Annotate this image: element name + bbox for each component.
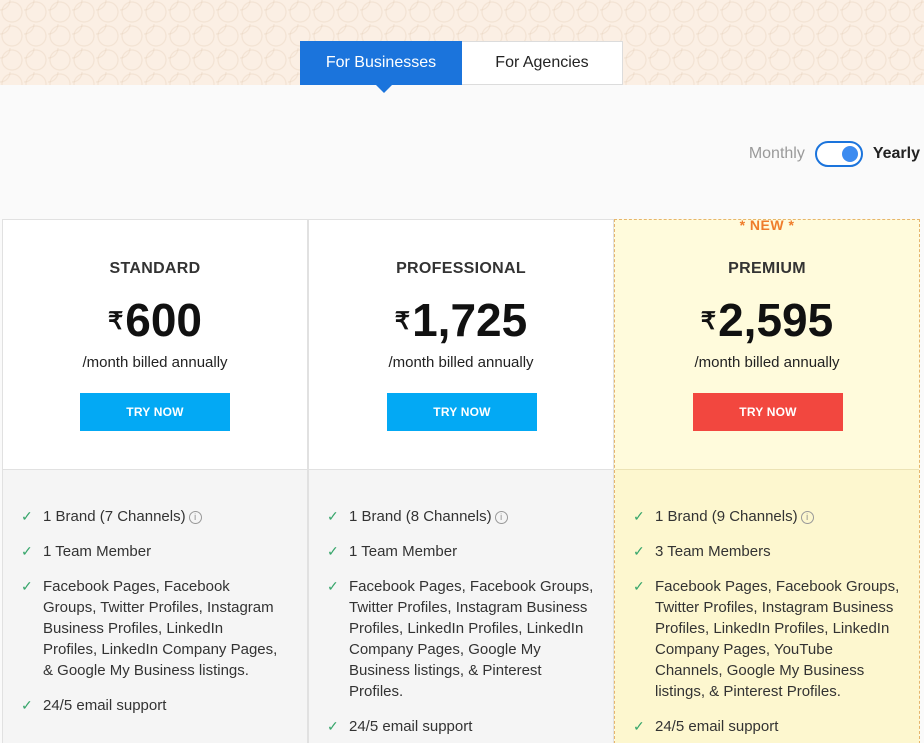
billing-toggle-group: Monthly Yearly (749, 141, 920, 167)
check-icon: ✓ (327, 508, 339, 524)
tab-for-agencies[interactable]: For Agencies (462, 41, 623, 85)
billing-note: /month billed annually (694, 354, 840, 371)
plan-card-professional: PROFESSIONAL ₹1,725 /month billed annual… (308, 219, 614, 743)
feature-text: 1 Brand (8 Channels) (349, 508, 492, 525)
price-amount: 1,725 (412, 294, 528, 346)
billing-note: /month billed annually (388, 354, 534, 371)
try-now-button[interactable]: TRY NOW (693, 393, 843, 431)
check-icon: ✓ (327, 718, 339, 734)
plan-price: ₹600 (3, 294, 307, 346)
check-icon: ✓ (633, 543, 645, 559)
toggle-knob (841, 146, 858, 162)
feature-text: 24/5 email support (655, 718, 779, 735)
yearly-label[interactable]: Yearly (873, 145, 920, 163)
currency-symbol: ₹ (107, 308, 124, 335)
currency-symbol: ₹ (394, 308, 411, 335)
feature-item: ✓ 24/5 email support (327, 716, 613, 737)
feature-text: Facebook Pages, Facebook Groups, Twitter… (349, 578, 594, 700)
features-list: ✓ 1 Brand (9 Channels) i ✓ 3 Team Members ✓… (615, 469, 919, 743)
try-now-button[interactable]: TRY NOW (80, 393, 230, 431)
price-amount: 2,595 (718, 294, 834, 346)
feature-text: 1 Brand (9 Channels) (655, 508, 798, 525)
info-icon[interactable]: i (800, 510, 814, 524)
feature-text: 3 Team Members (655, 543, 771, 560)
plan-name: PREMIUM (728, 260, 806, 277)
feature-text: 1 Team Member (349, 543, 458, 560)
tab-for-businesses[interactable]: For Businesses (300, 41, 462, 93)
check-icon: ✓ (21, 697, 33, 713)
billing-toggle[interactable] (814, 141, 863, 167)
feature-item: ✓ Facebook Pages, Facebook Groups, Twitte… (633, 576, 903, 702)
feature-text: 1 Brand (7 Channels) (43, 508, 186, 525)
feature-item: ✓ 1 Brand (9 Channels) i (633, 506, 919, 527)
feature-item: ✓ 1 Team Member (21, 541, 307, 562)
info-icon[interactable]: i (494, 510, 508, 524)
check-icon: ✓ (327, 543, 339, 559)
new-badge: * NEW * (739, 217, 795, 233)
features-list: ✓ 1 Brand (8 Channels) i ✓ 1 Team Member ✓ F… (309, 469, 613, 743)
feature-item: ✓ 24/5 email support (633, 716, 919, 737)
monthly-label[interactable]: Monthly (749, 145, 805, 163)
plan-name: PROFESSIONAL (396, 260, 526, 277)
check-icon: ✓ (327, 578, 339, 594)
check-icon: ✓ (21, 543, 33, 559)
plan-card-standard: STANDARD ₹600 /month billed annually TRY… (2, 219, 308, 743)
currency-symbol: ₹ (700, 308, 717, 335)
try-now-button[interactable]: TRY NOW (387, 393, 537, 431)
feature-item: ✓ 1 Team Member (327, 541, 613, 562)
check-icon: ✓ (21, 578, 33, 594)
features-list: ✓ 1 Brand (7 Channels) i ✓ 1 Team Member ✓ F… (3, 469, 307, 743)
feature-item: ✓ Facebook Pages, Facebook Groups, Twitte… (21, 576, 279, 681)
feature-text: 24/5 email support (349, 718, 473, 735)
feature-item: ✓ 3 Team Members (633, 541, 919, 562)
billing-note: /month billed annually (82, 354, 228, 371)
price-amount: 600 (125, 294, 203, 346)
feature-text: 24/5 email support (43, 697, 167, 714)
info-icon[interactable]: i (188, 510, 202, 524)
feature-text: Facebook Pages, Facebook Groups, Twitter… (43, 578, 278, 679)
check-icon: ✓ (21, 508, 33, 524)
feature-item: ✓ Facebook Pages, Facebook Groups, Twitte… (327, 576, 597, 702)
feature-item: ✓ 24/5 email support (21, 695, 307, 716)
feature-text: 1 Team Member (43, 543, 152, 560)
feature-text: Facebook Pages, Facebook Groups, Twitter… (655, 578, 900, 700)
feature-item: ✓ 1 Brand (7 Channels) i (21, 506, 307, 527)
feature-item: ✓ 1 Brand (8 Channels) i (327, 506, 613, 527)
plan-price: ₹1,725 (309, 294, 613, 346)
check-icon: ✓ (633, 578, 645, 594)
check-icon: ✓ (633, 718, 645, 734)
check-icon: ✓ (633, 508, 645, 524)
plan-card-premium: * NEW * PREMIUM ₹2,595 /month billed ann… (614, 217, 920, 743)
audience-tabs: For Businesses For Agencies (300, 41, 623, 93)
plan-name: STANDARD (109, 260, 201, 277)
plan-price: ₹2,595 (615, 294, 919, 346)
